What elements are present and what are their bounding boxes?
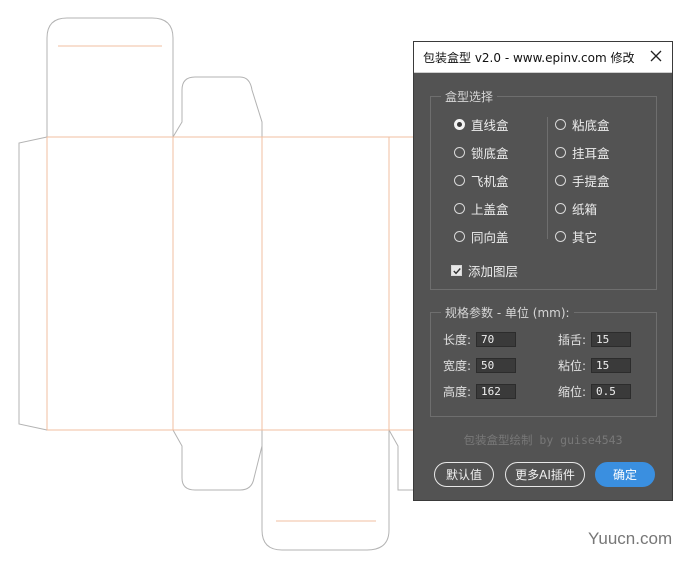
radio-dot[interactable] — [555, 202, 566, 214]
shrink-param: 缩位: 0.5 — [546, 383, 631, 399]
radio-dot[interactable] — [454, 202, 465, 214]
dialog-title: 包装盒型 v2.0 - www.epinv.com 修改 — [423, 51, 635, 65]
bottom-dust-flap — [172, 429, 263, 491]
add-layer-label: 添加图层 — [468, 263, 519, 279]
radio-label: 手提盒 — [572, 173, 610, 189]
glue-flap — [18, 136, 48, 431]
radio-label: 直线盒 — [471, 117, 509, 133]
radio-label: 其它 — [572, 229, 598, 245]
radio-dot[interactable] — [454, 230, 465, 242]
width-label: 宽度: — [442, 358, 471, 373]
glue-label: 粘位: — [557, 358, 586, 373]
ok-button[interactable]: 确定 — [595, 462, 655, 487]
width-param: 宽度: 50 — [431, 357, 516, 373]
close-icon[interactable] — [646, 46, 666, 66]
radio-carton[interactable]: 纸箱 — [555, 199, 597, 217]
author-credit: 包装盒型绘制 by guise4543 — [463, 433, 623, 447]
radio-dot[interactable] — [555, 146, 566, 158]
more-ai-plugins-button[interactable]: 更多AI插件 — [505, 462, 585, 487]
radio-straight-box[interactable]: 直线盒 — [454, 115, 509, 133]
radio-label: 飞机盒 — [471, 173, 509, 189]
dialog-titlebar[interactable]: 包装盒型 v2.0 - www.epinv.com 修改 — [414, 42, 672, 73]
width-input[interactable]: 50 — [476, 357, 516, 373]
radio-same-direction-lid[interactable]: 同向盖 — [454, 227, 509, 245]
height-input[interactable]: 162 — [476, 383, 516, 399]
radio-label: 同向盖 — [471, 229, 509, 245]
box-type-group: 盒型选择 直线盒 锁底盒 飞机盒 上盖盒 同向盖 粘底盒 挂耳盒 手提盒 纸箱 … — [430, 88, 657, 290]
length-param: 长度: 70 — [431, 331, 516, 347]
spec-params-group: 规格参数 - 单位 (mm): 长度: 70 插舌: 15 宽度: 50 粘位:… — [430, 304, 657, 417]
radio-dot[interactable] — [454, 174, 465, 186]
radio-other[interactable]: 其它 — [555, 227, 597, 245]
glue-input[interactable]: 15 — [591, 357, 631, 373]
checkbox-checked-icon[interactable] — [451, 264, 462, 276]
radio-dot[interactable] — [555, 118, 566, 130]
tuck-param: 插舌: 15 — [546, 331, 631, 347]
spec-params-group-label: 规格参数 - 单位 (mm): — [441, 304, 574, 321]
shrink-label: 缩位: — [557, 384, 586, 399]
radio-hang-tab-box[interactable]: 挂耳盒 — [555, 143, 610, 161]
radio-lock-bottom-box[interactable]: 锁底盒 — [454, 143, 509, 161]
height-param: 高度: 162 — [431, 383, 516, 399]
radio-glue-bottom-box[interactable]: 粘底盒 — [555, 115, 610, 133]
site-watermark: Yuucn.com — [588, 529, 673, 548]
radio-dot[interactable] — [555, 174, 566, 186]
radio-mailer-box[interactable]: 飞机盒 — [454, 171, 509, 189]
shrink-input[interactable]: 0.5 — [591, 383, 631, 399]
tuck-input[interactable]: 15 — [591, 331, 631, 347]
top-dust-flap — [172, 76, 263, 138]
bottom-tuck-lid — [261, 430, 390, 551]
radio-dot-selected[interactable] — [454, 118, 465, 130]
radio-label: 纸箱 — [572, 201, 598, 217]
radio-label: 粘底盒 — [572, 117, 610, 133]
body-outline — [46, 137, 413, 431]
radio-top-lid-box[interactable]: 上盖盒 — [454, 199, 509, 217]
radio-label: 挂耳盒 — [572, 145, 610, 161]
top-tuck-lid — [46, 17, 174, 137]
box-plugin-dialog: 包装盒型 v2.0 - www.epinv.com 修改 盒型选择 直线盒 锁底… — [413, 41, 673, 501]
tuck-label: 插舌: — [557, 332, 586, 347]
radio-dot[interactable] — [555, 230, 566, 242]
radio-dot[interactable] — [454, 146, 465, 158]
radio-label: 锁底盒 — [471, 145, 509, 161]
column-divider — [547, 117, 548, 239]
radio-handle-box[interactable]: 手提盒 — [555, 171, 610, 189]
glue-param: 粘位: 15 — [546, 357, 631, 373]
height-label: 高度: — [442, 384, 471, 399]
length-input[interactable]: 70 — [476, 331, 516, 347]
length-label: 长度: — [442, 332, 471, 347]
add-layer-checkbox[interactable]: 添加图层 — [451, 261, 518, 279]
radio-label: 上盖盒 — [471, 201, 509, 217]
box-type-group-label: 盒型选择 — [441, 88, 498, 105]
default-values-button[interactable]: 默认值 — [434, 462, 494, 487]
